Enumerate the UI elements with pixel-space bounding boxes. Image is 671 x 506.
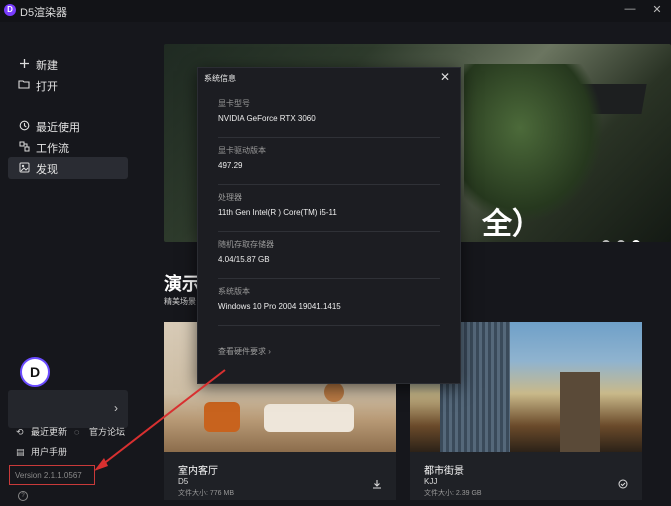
sidebar-item-label: 发现 (36, 164, 58, 176)
history-icon (18, 119, 30, 131)
scene-name: 室内客厅 (178, 466, 218, 477)
book-icon: ▤ (16, 447, 25, 457)
section-subtitle: 精美场景 (164, 297, 196, 306)
download-icon[interactable] (372, 479, 382, 492)
title-bar: D D5渲染器 — ✕ (0, 0, 671, 22)
link-label: 最近更新 (31, 427, 68, 437)
scene-name: 都市街景 (424, 466, 464, 477)
sidebar-item-label: 新建 (36, 60, 58, 72)
discover-icon (18, 161, 30, 173)
check-circle-icon[interactable] (618, 479, 628, 492)
link-official-forum[interactable]: ◌ 官方论坛 (74, 425, 125, 438)
gpu-driver-label: 显卡驱动版本 (218, 146, 266, 155)
thumbnail-lamp (324, 382, 344, 402)
link-recent-updates[interactable]: ⟲ 最近更新 (16, 425, 67, 438)
gpu-driver-value: 497.29 (218, 161, 243, 170)
hardware-requirements-link[interactable]: 查看硬件要求 › (218, 346, 271, 357)
close-icon[interactable]: ✕ (440, 70, 450, 84)
divider (218, 278, 440, 279)
sidebar-item-open[interactable]: 打开 (8, 74, 128, 96)
cpu-value: 11th Gen Intel(R ) Core(TM) i5-11 (218, 208, 337, 217)
thumbnail-building (560, 372, 600, 452)
chevron-right-icon: › (114, 401, 118, 415)
workflow-icon (18, 140, 30, 152)
scene-author: KJJ (424, 477, 438, 486)
refresh-icon: ⟲ (16, 427, 24, 437)
app-title: D5渲染器 (20, 7, 68, 19)
carousel-dot[interactable] (617, 240, 625, 242)
os-version-value: Windows 10 Pro 2004 19041.1415 (218, 302, 341, 311)
sidebar-item-new[interactable]: 新建 (8, 53, 128, 75)
d5-logo-icon: D (4, 4, 16, 16)
divider (218, 184, 440, 185)
scene-file-size: 文件大小: 776 MB (178, 490, 235, 497)
info-icon[interactable]: ? (18, 490, 28, 501)
sidebar-item-label: 打开 (36, 81, 58, 93)
user-card[interactable]: › (8, 390, 128, 428)
divider (218, 231, 440, 232)
os-version-label: 系统版本 (218, 287, 250, 296)
hero-title: 全） (482, 208, 542, 241)
sidebar-item-recent[interactable]: 最近使用 (8, 115, 128, 137)
carousel-dot-active[interactable] (632, 240, 640, 242)
system-info-dialog: 系统信息 ✕ 显卡型号 NVIDIA GeForce RTX 3060 显卡驱动… (197, 67, 461, 384)
thumbnail-chair (204, 402, 240, 432)
ram-value: 4.04/15.87 GB (218, 255, 270, 264)
sidebar-item-workflow[interactable]: 工作流 (8, 136, 128, 158)
thumbnail-sofa (264, 404, 354, 432)
sidebar-item-label: 工作流 (36, 143, 69, 155)
sidebar-item-label: 最近使用 (36, 122, 80, 134)
link-user-manual[interactable]: ▤ 用户手册 (16, 445, 67, 458)
sidebar: 新建 打开 最近使用 工作流 发现 › D ⟲ 最近更新 ◌ 官方论坛 ▤ 用户手册 (0, 22, 140, 500)
divider (218, 325, 440, 326)
gpu-model-label: 显卡型号 (218, 99, 250, 108)
ram-label: 随机存取存储器 (218, 240, 274, 249)
folder-icon (18, 78, 30, 90)
version-text: Version 2.1.1.0567 (15, 471, 82, 480)
cpu-label: 处理器 (218, 193, 242, 202)
link-label: 用户手册 (31, 447, 68, 457)
divider (218, 137, 440, 138)
scene-author: D5 (178, 477, 189, 486)
version-label: Version 2.1.1.0567 ? (9, 465, 95, 501)
sidebar-item-discover[interactable]: 发现 (8, 157, 128, 179)
avatar[interactable]: D (20, 357, 50, 387)
section-title: 演示 (164, 274, 200, 294)
close-window-button[interactable]: ✕ (650, 3, 664, 16)
scene-file-size: 文件大小: 2.39 GB (424, 490, 482, 497)
link-label: 官方论坛 (89, 427, 126, 437)
carousel-dot[interactable] (602, 240, 610, 242)
gpu-model-value: NVIDIA GeForce RTX 3060 (218, 114, 316, 123)
chat-icon: ◌ (74, 427, 80, 437)
minimize-button[interactable]: — (623, 3, 637, 15)
dialog-title: 系统信息 (204, 74, 236, 83)
plus-icon (18, 57, 30, 69)
